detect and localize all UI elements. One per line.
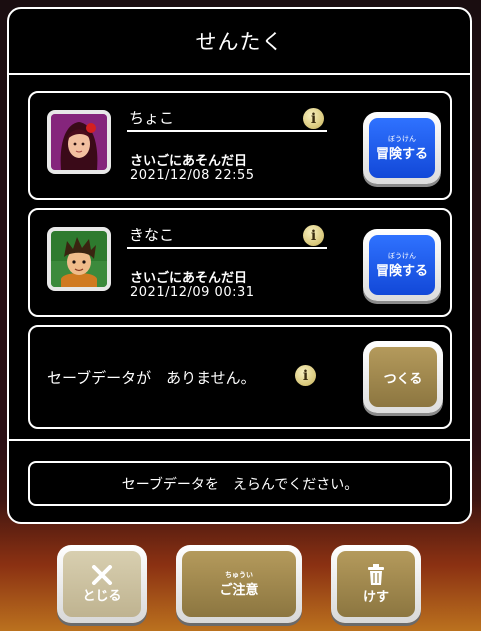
name-underline (127, 130, 327, 132)
adventure-ruby: ぼうけん (388, 251, 416, 260)
adventure-ruby: ぼうけん (388, 134, 416, 143)
last-played-label: さいごにあそんだ日 (130, 267, 247, 286)
instruction-message: セーブデータを えらんでください。 (28, 461, 452, 506)
empty-slot-text: セーブデータが ありません。 (47, 369, 256, 387)
last-played-label: さいごにあそんだ日 (130, 150, 247, 169)
save-select-dialog: せんたく ちょこ i さいごにあそんだ日 2021/12/08 22:55 ぼう… (7, 7, 472, 524)
adventure-label: 冒険する (375, 146, 428, 162)
slot-name: ちょこ (129, 109, 175, 127)
close-x-icon (92, 564, 112, 585)
notice-label: ご注意 (219, 582, 259, 598)
info-icon[interactable]: i (295, 365, 316, 386)
dialog-title: せんたく (195, 30, 284, 54)
name-underline (127, 247, 327, 249)
delete-button[interactable]: けす (331, 545, 421, 623)
adventure-label: 冒険する (375, 263, 428, 279)
create-button[interactable]: つくる (363, 341, 443, 413)
section-divider (9, 439, 470, 441)
info-icon[interactable]: i (303, 225, 324, 246)
trash-can-icon (368, 563, 384, 585)
create-label: つくる (383, 371, 423, 387)
close-button[interactable]: とじる (57, 545, 147, 623)
title-divider (9, 73, 470, 75)
save-slot-3-empty[interactable]: セーブデータが ありません。 i つくる (28, 325, 452, 429)
delete-label: けす (362, 589, 389, 605)
last-played-time: 2021/12/08 22:55 (130, 168, 255, 183)
adventure-button[interactable]: ぼうけん 冒険する (363, 229, 441, 301)
hero-portrait-icon (47, 227, 111, 291)
notice-button[interactable]: ちゅうい ご注意 (176, 545, 302, 623)
last-played-text: さいごにあそんだ日 (130, 271, 248, 286)
last-played-text: さいごにあそんだ日 (130, 154, 248, 169)
close-label: とじる (82, 588, 122, 604)
slot-name: きなこ (129, 226, 175, 244)
save-slot-2[interactable]: きなこ i さいごにあそんだ日 2021/12/09 00:31 ぼうけん 冒険… (28, 208, 452, 317)
heroine-portrait-icon (47, 110, 111, 174)
notice-ruby: ちゅうい (225, 570, 253, 579)
info-icon[interactable]: i (303, 108, 324, 129)
last-played-time: 2021/12/09 00:31 (130, 285, 255, 300)
adventure-button[interactable]: ぼうけん 冒険する (363, 112, 441, 184)
save-slot-1[interactable]: ちょこ i さいごにあそんだ日 2021/12/08 22:55 ぼうけん 冒険… (28, 91, 452, 200)
